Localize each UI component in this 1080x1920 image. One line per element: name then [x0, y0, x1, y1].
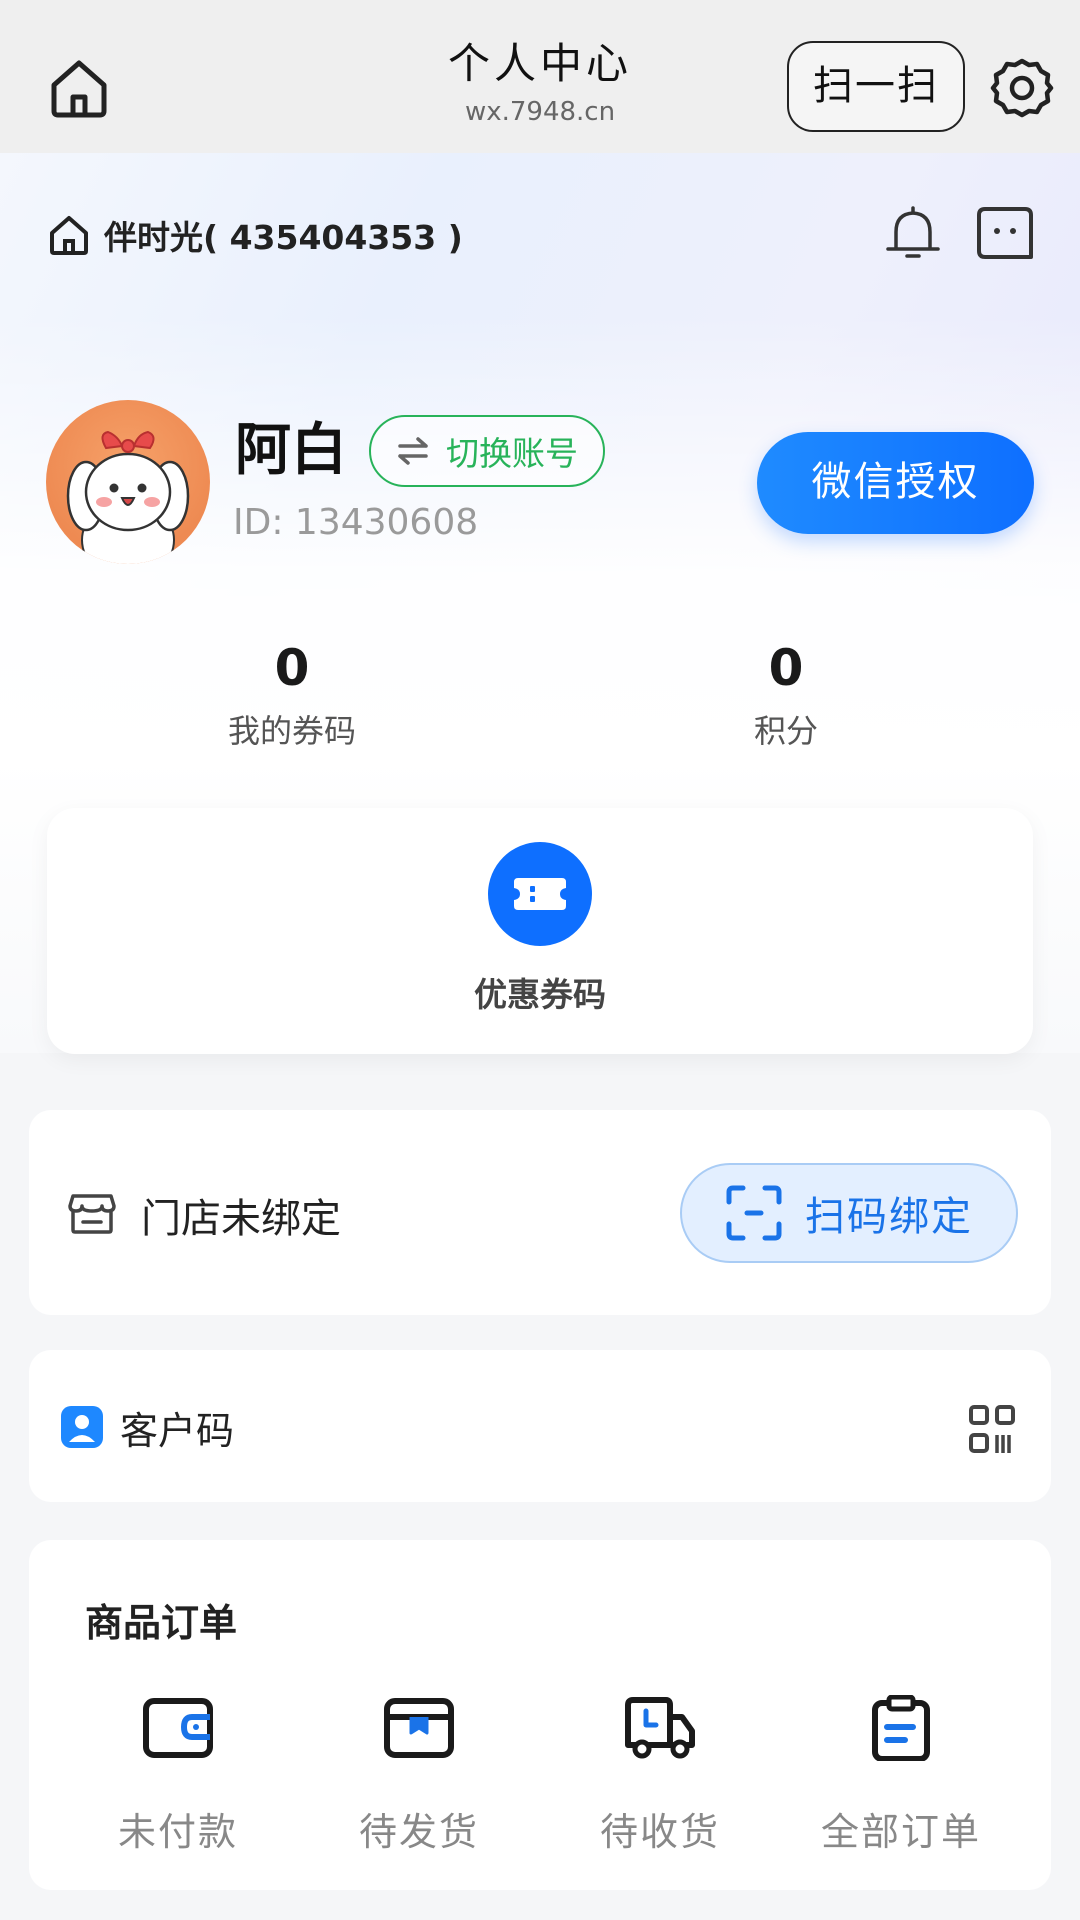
order-to-receive-label: 待收货 — [599, 1810, 720, 1854]
page-subtitle: wx.7948.cn — [464, 97, 616, 127]
store-name: 伴时光( 435404353 ) — [104, 218, 463, 257]
page-title-block: 个人中心 wx.7948.cn — [340, 36, 740, 130]
scan-bind-label: 扫码绑定 — [805, 1194, 973, 1240]
customer-code-card[interactable]: 客户码 — [29, 1350, 1051, 1502]
top-nav-bar: 个人中心 wx.7948.cn 扫一扫 — [0, 0, 1080, 153]
page-title: 个人中心 — [447, 39, 632, 88]
coupon-card-label: 优惠券码 — [474, 975, 606, 1014]
order-unpaid[interactable]: 未付款 — [78, 1695, 278, 1856]
home-icon — [46, 212, 92, 258]
package-icon — [383, 1695, 455, 1761]
swap-icon — [396, 434, 430, 468]
ticket-icon — [488, 842, 592, 946]
chat-icon[interactable] — [975, 205, 1035, 261]
stat-value: 0 — [768, 639, 804, 697]
user-card-icon — [59, 1404, 105, 1450]
home-icon[interactable] — [46, 55, 112, 121]
coupon-card[interactable]: 优惠券码 — [47, 808, 1033, 1054]
wallet-icon — [142, 1695, 214, 1761]
order-unpaid-label: 未付款 — [117, 1810, 238, 1854]
order-to-ship-label: 待发货 — [358, 1810, 479, 1854]
bell-icon[interactable] — [882, 202, 944, 264]
store-binding-status: 门店未绑定 — [141, 1196, 341, 1242]
stat-value: 0 — [274, 639, 310, 697]
wechat-auth-button[interactable]: 微信授权 — [757, 432, 1034, 534]
username: 阿白 — [235, 418, 347, 483]
orders-title: 商品订单 — [85, 1601, 238, 1645]
avatar[interactable] — [46, 400, 210, 564]
customer-code-label: 客户码 — [120, 1409, 235, 1453]
orders-card: 商品订单 未付款 待发货 待收货 全部订单 — [29, 1540, 1051, 1890]
order-all[interactable]: 全部订单 — [801, 1695, 1001, 1856]
truck-icon — [624, 1695, 696, 1761]
user-id: ID: 13430608 — [233, 502, 479, 543]
switch-account-button[interactable]: 切换账号 — [369, 415, 605, 487]
stat-label: 积分 — [753, 712, 818, 750]
stat-label: 我的券码 — [227, 712, 356, 750]
qr-code-icon[interactable] — [968, 1404, 1016, 1456]
scan-button[interactable]: 扫一扫 — [787, 41, 965, 132]
stat-my-coupons[interactable]: 0 我的券码 — [162, 638, 422, 752]
order-to-ship[interactable]: 待发货 — [319, 1695, 519, 1856]
order-to-receive[interactable]: 待收货 — [560, 1695, 760, 1856]
switch-account-label: 切换账号 — [446, 434, 578, 473]
gear-icon[interactable] — [990, 56, 1054, 120]
order-all-label: 全部订单 — [820, 1810, 981, 1854]
store-icon — [67, 1190, 117, 1236]
scan-bind-button[interactable]: 扫码绑定 — [680, 1163, 1018, 1263]
clipboard-icon — [865, 1695, 937, 1761]
scan-icon — [725, 1184, 783, 1242]
store-selector[interactable]: 伴时光( 435404353 ) — [46, 210, 463, 260]
stat-points[interactable]: 0 积分 — [656, 638, 916, 752]
store-binding-card: 门店未绑定 扫码绑定 — [29, 1110, 1051, 1315]
